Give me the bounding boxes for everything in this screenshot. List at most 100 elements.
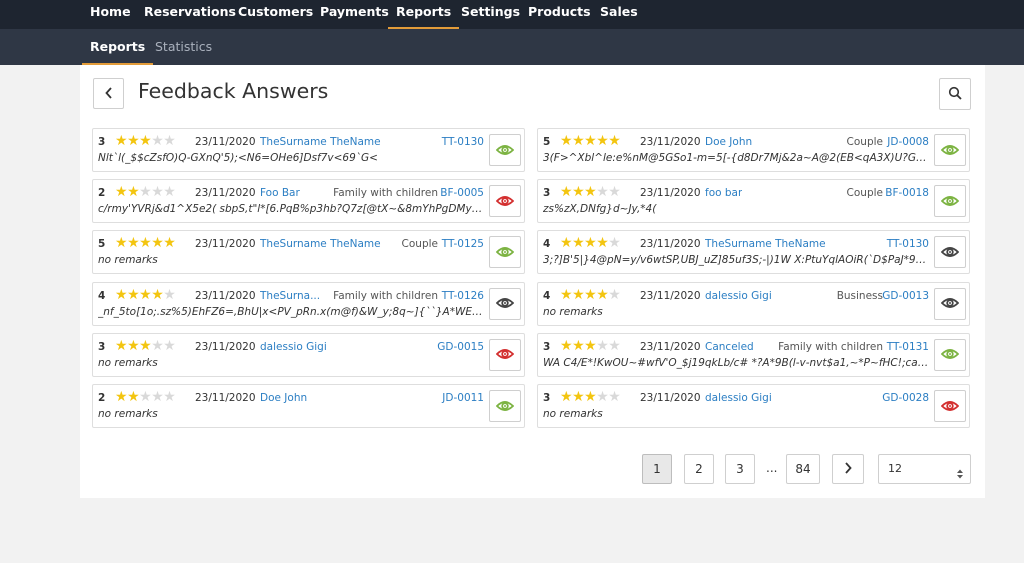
eye-icon: [940, 294, 960, 313]
reservation-code-link[interactable]: TT-0125: [442, 236, 484, 252]
reservation-code-link[interactable]: GD-0013: [882, 288, 929, 304]
feedback-date: 23/11/2020: [195, 392, 256, 404]
eye-icon: [495, 345, 515, 364]
rating-value: 5: [98, 238, 106, 251]
pagination-ellipsis: ...: [766, 461, 778, 475]
customer-link[interactable]: dalessio Gigi: [705, 288, 772, 304]
feedback-card: 4 ★★★★★ 23/11/2020 TheSurname TheName TT-013…: [537, 230, 970, 275]
nav-item-reports[interactable]: Reports: [387, 0, 460, 29]
feedback-info: 3 ★★★★★ 23/11/2020 Canceled Family with chil…: [543, 337, 929, 373]
feedback-date: 23/11/2020: [640, 187, 701, 200]
feedback-info: 2 ★★★★★ 23/11/2020 Doe John JD-0011 no remark…: [98, 390, 484, 424]
feedback-card: 5 ★★★★★ 23/11/2020 TheSurname TheName Couple…: [92, 230, 525, 275]
eye-icon: [495, 141, 515, 160]
guest-category: Couple: [846, 187, 883, 200]
view-feedback-button[interactable]: [489, 185, 521, 218]
next-page-button[interactable]: [832, 454, 864, 484]
feedback-card: 4 ★★★★★ 23/11/2020 dalessio Gigi Business GD-…: [537, 281, 970, 326]
view-feedback-button[interactable]: [934, 185, 966, 218]
nav-item-customers[interactable]: Customers: [238, 0, 313, 29]
feedback-date: 23/11/2020: [195, 136, 256, 148]
feedback-remarks: WA C4/E*!KwOU~#wfV'O_$j19qkLb/c# *?A*9B(…: [543, 356, 929, 369]
feedback-info: 4 ★★★★★ 23/11/2020 TheSurname TheName TT-013…: [543, 236, 929, 270]
eye-icon: [495, 243, 515, 262]
reservation-code-link[interactable]: TT-0130: [442, 134, 484, 150]
sub-navigation: Reports Statistics: [0, 29, 1024, 65]
rating-value: 3: [543, 392, 551, 404]
feedback-remarks: Nlt`l(_$$cZsfO)Q-GXnQ'5);<N6=OHe6]Dsf7v<…: [98, 152, 378, 164]
star-rating-icon: ★★★★★: [560, 337, 621, 354]
reservation-code-link[interactable]: GD-0028: [882, 390, 929, 406]
view-feedback-button[interactable]: [934, 287, 966, 320]
guest-category: Business: [836, 289, 883, 302]
feedback-remarks: _nf_5to[1o;.sz%5)EhFZ6=,BhU|x<PV_pRn.x(m…: [98, 305, 484, 318]
view-feedback-button[interactable]: [934, 390, 966, 422]
reservation-code-link[interactable]: JD-0008: [887, 134, 929, 150]
feedback-card: 3 ★★★★★ 23/11/2020 Canceled Family with chil…: [537, 332, 970, 377]
customer-link[interactable]: Foo Bar: [260, 185, 300, 201]
page-size-select[interactable]: 12: [878, 454, 971, 484]
feedback-meta: 2 ★★★★★ 23/11/2020 Doe John JD-0011: [98, 390, 484, 406]
reservation-code-link[interactable]: BF-0018: [885, 185, 929, 201]
view-feedback-button[interactable]: [489, 390, 521, 422]
view-feedback-button[interactable]: [489, 134, 521, 166]
search-button[interactable]: [939, 78, 971, 110]
eye-icon: [495, 192, 515, 211]
feedback-meta: 3 ★★★★★ 23/11/2020 dalessio Gigi GD-0015: [98, 338, 484, 355]
view-feedback-button[interactable]: [934, 134, 966, 166]
guest-category: Family with children: [333, 187, 438, 200]
star-rating-icon: ★★★★★: [560, 133, 621, 149]
nav-item-reservations[interactable]: Reservations: [144, 0, 236, 29]
page-button-3[interactable]: 3: [725, 454, 755, 484]
chevron-right-icon: [843, 462, 853, 476]
reservation-code-link[interactable]: TT-0130: [887, 236, 929, 252]
page-title: Feedback Answers: [138, 79, 329, 103]
feedback-date: 23/11/2020: [640, 340, 701, 353]
feedback-panel: Feedback Answers 3 ★★★★★ 23/11/2020 TheSurn…: [80, 65, 985, 498]
page-button-last[interactable]: 84: [786, 454, 820, 484]
feedback-info: 5 ★★★★★ 23/11/2020 Doe John Couple JD-0008 3(F…: [543, 134, 929, 168]
view-feedback-button[interactable]: [489, 287, 521, 320]
eye-icon: [495, 294, 515, 313]
view-feedback-button[interactable]: [934, 236, 966, 269]
customer-link[interactable]: dalessio Gigi: [705, 390, 772, 406]
nav-item-products[interactable]: Products: [528, 0, 591, 29]
nav-item-settings[interactable]: Settings: [461, 0, 520, 29]
reservation-code-link[interactable]: TT-0126: [442, 288, 484, 304]
customer-link[interactable]: Canceled: [705, 339, 754, 355]
nav-item-payments[interactable]: Payments: [320, 0, 389, 29]
reservation-code-link[interactable]: JD-0011: [442, 390, 484, 406]
star-rating-icon: ★★★★★: [115, 286, 176, 303]
customer-link[interactable]: foo bar: [705, 185, 742, 201]
customer-link[interactable]: dalessio Gigi: [260, 339, 327, 355]
customer-link[interactable]: TheSurname TheName: [705, 236, 826, 252]
back-button[interactable]: [93, 78, 124, 109]
reservation-code-link[interactable]: GD-0015: [437, 339, 484, 355]
nav-item-home[interactable]: Home: [90, 0, 131, 29]
rating-value: 3: [543, 187, 551, 200]
view-feedback-button[interactable]: [489, 236, 521, 269]
customer-link[interactable]: Doe John: [705, 134, 752, 150]
feedback-info: 3 ★★★★★ 23/11/2020 dalessio Gigi GD-0028 no r…: [543, 390, 929, 424]
page-button-2[interactable]: 2: [684, 454, 714, 484]
view-feedback-button[interactable]: [489, 338, 521, 371]
customer-link[interactable]: TheSurname TheName: [260, 236, 381, 252]
rating-value: 4: [98, 289, 106, 302]
tab-reports[interactable]: Reports: [81, 29, 154, 65]
customer-link[interactable]: TheSurna...: [260, 288, 320, 304]
nav-item-sales[interactable]: Sales: [600, 0, 638, 29]
star-rating-icon: ★★★★★: [115, 389, 176, 405]
tab-statistics[interactable]: Statistics: [155, 29, 212, 65]
reservation-code-link[interactable]: BF-0005: [440, 185, 484, 201]
feedback-card: 5 ★★★★★ 23/11/2020 Doe John Couple JD-0008 3(F…: [537, 128, 970, 172]
feedback-remarks: no remarks: [543, 305, 603, 318]
reservation-code-link[interactable]: TT-0131: [887, 339, 929, 355]
customer-link[interactable]: TheSurname TheName: [260, 134, 381, 150]
customer-link[interactable]: Doe John: [260, 390, 307, 406]
feedback-card: 3 ★★★★★ 23/11/2020 dalessio Gigi GD-0015 no r…: [92, 332, 525, 377]
search-icon: [948, 85, 962, 104]
feedback-card: 3 ★★★★★ 23/11/2020 foo bar Couple BF-0018 zs%z…: [537, 179, 970, 224]
page-button-1[interactable]: 1: [642, 454, 672, 484]
view-feedback-button[interactable]: [934, 338, 966, 371]
feedback-info: 3 ★★★★★ 23/11/2020 TheSurname TheName TT-013…: [98, 134, 484, 168]
